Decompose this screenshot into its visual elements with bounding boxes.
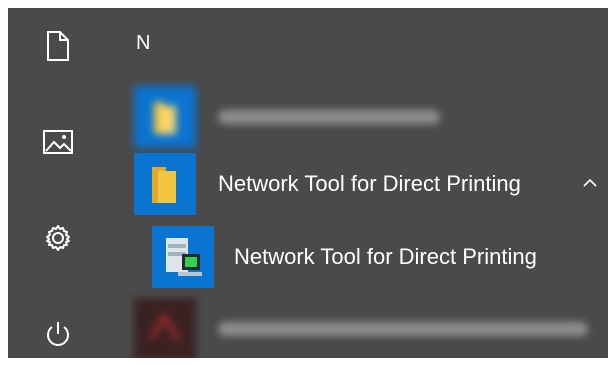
start-menu: N Network Tool for Direct Printing Netwo…: [8, 8, 608, 358]
app-tile: [134, 298, 196, 358]
power-button[interactable]: [32, 308, 84, 358]
app-tile: [134, 153, 196, 215]
list-item-label: Network Tool for Direct Printing: [234, 244, 537, 269]
app-tile: [152, 226, 214, 288]
document-icon: [47, 31, 69, 61]
folder-icon: [154, 102, 176, 134]
list-item[interactable]: [134, 86, 608, 148]
list-item-folder[interactable]: Network Tool for Direct Printing: [134, 153, 608, 215]
gear-icon: [46, 225, 70, 251]
power-icon: [47, 322, 69, 346]
settings-button[interactable]: [32, 212, 84, 264]
picture-icon: [43, 130, 73, 154]
start-menu-rail: [8, 8, 108, 358]
documents-button[interactable]: [32, 20, 84, 72]
group-letter[interactable]: N: [136, 32, 150, 55]
list-item[interactable]: [134, 298, 608, 358]
app-tile: [134, 86, 196, 148]
list-item-label: [218, 322, 588, 336]
pictures-button[interactable]: [32, 116, 84, 168]
list-item-label: Network Tool for Direct Printing: [218, 171, 521, 196]
list-item-app[interactable]: Network Tool for Direct Printing: [152, 226, 608, 288]
app-icon: [150, 311, 180, 342]
list-item-label: [218, 110, 440, 124]
chevron-up-icon[interactable]: [580, 173, 600, 193]
printer-app-icon: [166, 238, 202, 276]
folder-icon: [152, 167, 176, 203]
